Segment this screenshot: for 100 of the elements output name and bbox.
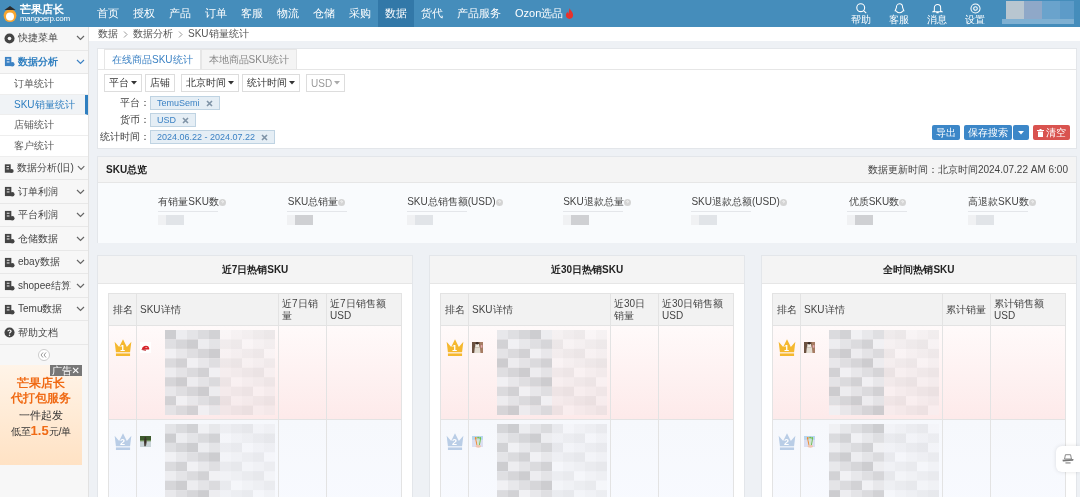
report-icon	[4, 280, 15, 291]
ad-banner[interactable]: 广告✕ 芒果店长 代打包服务 一件起发 低至1.5元/单	[0, 364, 82, 465]
sidebar-menu-item[interactable]: 仓储数据	[0, 227, 88, 251]
clear-button[interactable]: 清空	[1033, 125, 1070, 140]
condition-label: 统计时间：	[99, 130, 150, 144]
condition-tag: 2024.06.22 - 2024.07.22	[150, 130, 276, 144]
chevron-down-icon	[76, 188, 85, 195]
filter-tab[interactable]: 本地商品SKU统计	[200, 49, 298, 69]
breadcrumb-link[interactable]: 数据分析	[133, 27, 173, 41]
hat-icon	[1062, 453, 1074, 465]
help-icon[interactable]	[1028, 198, 1036, 206]
floating-helper-button[interactable]	[1056, 446, 1080, 472]
metric-label: SKU总销售额(USD)	[407, 195, 496, 209]
remove-icon[interactable]	[182, 116, 189, 124]
sidebar-menu-item[interactable]: 快捷菜单	[0, 27, 88, 51]
help-icon[interactable]	[899, 198, 907, 206]
section-title: SKU总览	[106, 162, 148, 177]
metric-label: 有销量SKU数	[158, 195, 219, 209]
settings-icon	[969, 2, 981, 14]
condition-label: 货币：	[119, 113, 150, 127]
top-action-button[interactable]: 设置	[956, 2, 994, 25]
filter-dropdown[interactable]: 平台	[104, 74, 142, 92]
blurred-value	[158, 211, 219, 225]
chevron-down-icon	[76, 235, 85, 242]
blurred-value	[968, 211, 1029, 225]
mango-mascot-icon	[2, 4, 18, 23]
metric-label: 优质SKU数	[848, 195, 900, 209]
sidebar-menu-item[interactable]: 订单利润	[0, 180, 88, 204]
rank-number: 1	[452, 343, 457, 353]
save-options-button[interactable]	[1013, 125, 1029, 140]
caret-icon	[289, 81, 295, 85]
rank-number: 1	[784, 343, 789, 353]
chevron-down-icon	[76, 165, 85, 171]
caret-icon	[1018, 130, 1024, 135]
sidebar-menu-item[interactable]: Temu数据	[0, 297, 88, 322]
sidebar-submenu-item[interactable]: 订单统计	[0, 74, 88, 95]
sidebar-menu-item[interactable]: 帮助文档	[0, 321, 88, 345]
column-header: 近30日销售额USD	[661, 296, 725, 323]
metric-label: 高退款SKU数	[968, 195, 1029, 209]
sidebar-submenu-item[interactable]: 店铺统计	[0, 115, 88, 137]
sidebar-menu-item[interactable]: ebay数据	[0, 250, 88, 275]
remove-icon[interactable]	[261, 133, 269, 141]
nav-tab[interactable]: Ozon选品	[508, 0, 582, 27]
top-action-button[interactable]: 帮助	[842, 2, 880, 25]
filter-tab[interactable]: 在线商品SKU统计	[104, 49, 201, 69]
sidebar-menu-item[interactable]: shopee结算	[0, 274, 88, 298]
nav-tab[interactable]: 授权	[126, 0, 162, 27]
blurred-value	[563, 211, 624, 225]
blurred-value	[847, 211, 908, 225]
sidebar-submenu-item[interactable]: 客户统计	[0, 136, 88, 157]
chevron-down-icon	[76, 259, 85, 265]
sidebar-submenu-item[interactable]: SKU销量统计	[0, 94, 88, 116]
remove-icon[interactable]	[205, 99, 213, 107]
filter-dropdown[interactable]: 统计时间	[242, 74, 300, 92]
blurred-value	[407, 211, 468, 225]
top-action-button[interactable]: 客服	[880, 2, 918, 25]
nav-tab[interactable]: 产品	[162, 0, 198, 27]
help-icon[interactable]	[495, 198, 503, 206]
crown-icon	[776, 432, 797, 450]
column-header: 近7日销售额USD	[329, 296, 387, 323]
blurred-value	[691, 211, 752, 225]
sidebar-menu-item[interactable]: 数据分析(旧)	[0, 156, 88, 181]
condition-tag: TemuSemi	[150, 96, 220, 110]
filter-dropdown[interactable]: 北京时间	[181, 74, 239, 92]
help-icon[interactable]	[218, 198, 226, 206]
panel-title: 近30日热销SKU	[430, 256, 744, 284]
nav-tab[interactable]: 物流	[270, 0, 306, 27]
filter-dropdown[interactable]: 店铺	[145, 74, 175, 92]
collapse-sidebar-icon[interactable]	[38, 348, 50, 361]
penguin-icon	[893, 2, 905, 14]
logo-name: 芒果店长	[20, 4, 65, 15]
nav-tab[interactable]: 首页	[90, 0, 126, 27]
rank-number: 2	[120, 437, 125, 447]
nav-tab[interactable]: 订单	[198, 0, 234, 27]
save-search-button[interactable]: 保存搜索	[964, 125, 1012, 140]
ad-price-text: 低至1.5元/单	[10, 422, 72, 439]
export-button[interactable]: 导出	[932, 125, 960, 140]
rank-number: 1	[120, 343, 125, 353]
nav-tab[interactable]: 货代	[414, 0, 450, 27]
crown-icon	[444, 338, 465, 356]
help-icon[interactable]	[338, 198, 346, 206]
ad-title: 芒果店长	[17, 375, 65, 391]
help-icon[interactable]	[779, 198, 787, 206]
nav-tab[interactable]: 采购	[342, 0, 378, 27]
crown-icon	[776, 338, 797, 356]
breadcrumb-link[interactable]: 数据	[98, 27, 118, 41]
sidebar-menu-item[interactable]: 平台利润	[0, 203, 88, 228]
crown-icon	[444, 432, 465, 450]
chevron-down-icon	[76, 282, 85, 289]
nav-tab[interactable]: 数据	[378, 0, 414, 27]
search-icon	[855, 2, 867, 14]
caret-icon	[131, 81, 137, 85]
nav-tab[interactable]: 客服	[234, 0, 270, 27]
nav-tab[interactable]: 产品服务	[450, 0, 508, 27]
chevron-right-icon	[178, 30, 183, 38]
metric-label: SKU总销量	[287, 195, 339, 209]
top-action-button[interactable]: 消息	[918, 2, 956, 25]
metric-label: SKU退款总量	[563, 195, 624, 209]
nav-tab[interactable]: 仓储	[306, 0, 342, 27]
help-icon[interactable]	[623, 198, 631, 206]
